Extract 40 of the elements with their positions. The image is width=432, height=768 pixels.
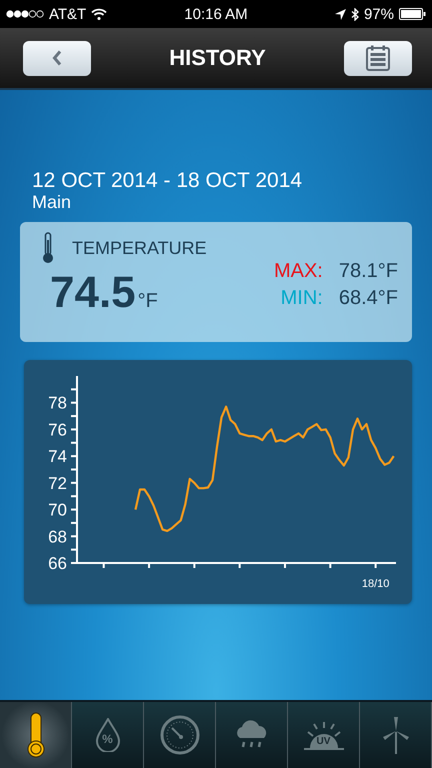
card-title: TEMPERATURE [72,238,207,258]
tab-button[interactable]: UV [288,702,360,768]
battery-icon [399,8,426,20]
percent-glyph: % [102,732,113,746]
max-label: MAX: [274,260,323,283]
chevron-left-icon [52,50,62,66]
calendar-button[interactable] [344,40,412,76]
min-label: MIN: [280,287,323,310]
back-button[interactable] [23,40,91,76]
battery-percent: 97% [364,6,394,22]
tab-button[interactable] [0,702,72,768]
location-arrow-icon [334,8,346,20]
date-range: 12 OCT 2014 - 18 OCT 2014 [32,170,304,192]
y-tick-label: 70 [48,500,67,520]
max-value: 78.1°F [338,260,398,283]
screen-title: HISTORY [169,45,266,71]
signal-icon [6,10,44,18]
current-temperature: 74.5 [50,268,136,318]
sun-icon [302,720,346,750]
drop-icon [94,718,120,752]
y-tick-label: 66 [48,554,67,573]
y-tick-label: 76 [48,420,67,440]
thermometer-icon [26,712,46,758]
y-tick-label: 68 [48,527,67,546]
y-tick-label: 74 [48,447,67,466]
status-time: 10:16 AM [184,6,248,22]
y-tick-label: 72 [48,474,67,493]
min-value: 68.4°F [338,287,398,310]
thermometer-icon [42,232,54,264]
carrier-name: AT&T [49,6,86,22]
tab-button[interactable]: % [72,702,144,768]
bluetooth-icon [350,8,359,20]
calendar-icon [364,45,391,71]
date-label: 18/10 [362,578,390,590]
wifi-icon [91,8,108,20]
uv-glyph: UV [316,736,330,747]
temperature-unit: °F [138,290,158,313]
y-tick-label: 78 [48,394,67,413]
location-name: Main [32,192,72,212]
gauge-icon [160,715,200,755]
